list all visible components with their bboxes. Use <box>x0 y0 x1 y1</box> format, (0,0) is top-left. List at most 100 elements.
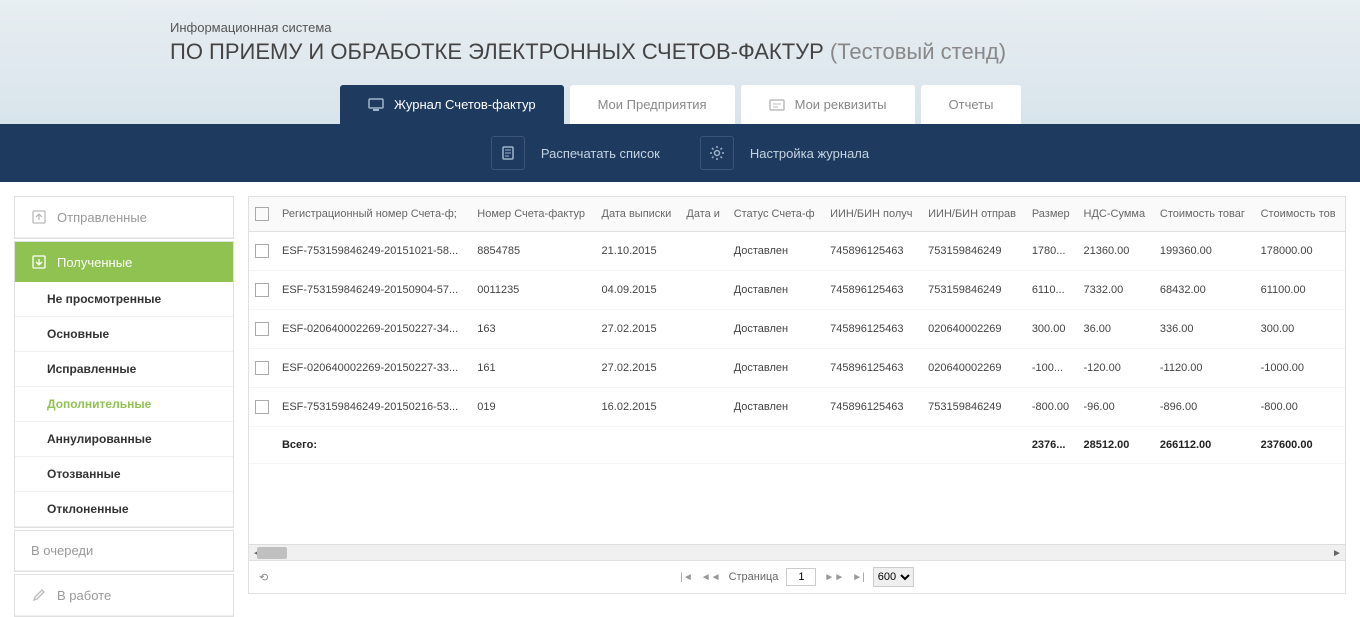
upload-icon <box>31 209 47 225</box>
row-checkbox[interactable] <box>255 400 269 414</box>
sidebar-sub-notviewed[interactable]: Не просмотренные <box>15 282 233 317</box>
cell-dt <box>680 388 727 427</box>
col-cost2[interactable]: Стоимость тов <box>1255 197 1345 232</box>
tab-label: Мои Предприятия <box>598 97 707 112</box>
sidebar-sub-withdrawn[interactable]: Отозванные <box>15 457 233 492</box>
cell-iin-r: 745896125463 <box>824 388 922 427</box>
invoice-table: Регистрационный номер Счета-ф; Номер Сче… <box>249 197 1345 464</box>
sidebar-item-sent[interactable]: Отправленные <box>15 197 233 238</box>
col-iin-r[interactable]: ИИН/БИН получ <box>824 197 922 232</box>
col-dt[interactable]: Дата и <box>680 197 727 232</box>
cell-status: Доставлен <box>728 349 824 388</box>
sidebar-sub-rejected[interactable]: Отклоненные <box>15 492 233 527</box>
cell-date: 27.02.2015 <box>596 349 681 388</box>
cell-iin-s: 020640002269 <box>922 310 1026 349</box>
tab-reports[interactable]: Отчеты <box>921 85 1022 124</box>
total-cost2: 237600.00 <box>1255 427 1345 464</box>
col-nds[interactable]: НДС-Сумма <box>1078 197 1154 232</box>
sidebar-sub-additional[interactable]: Дополнительные <box>15 387 233 422</box>
cell-iin-r: 745896125463 <box>824 310 922 349</box>
col-reg[interactable]: Регистрационный номер Счета-ф; <box>276 197 471 232</box>
table-row[interactable]: ESF-020640002269-20150227-33... 161 27.0… <box>249 349 1345 388</box>
row-checkbox[interactable] <box>255 283 269 297</box>
print-list-button[interactable]: Распечатать список <box>491 136 660 170</box>
scroll-right-arrow[interactable]: ► <box>1329 545 1345 561</box>
row-checkbox[interactable] <box>255 322 269 336</box>
tab-companies[interactable]: Мои Предприятия <box>570 85 735 124</box>
settings-label: Настройка журнала <box>750 146 869 161</box>
journal-settings-button[interactable]: Настройка журнала <box>700 136 869 170</box>
cell-num: 0011235 <box>471 271 595 310</box>
table-row[interactable]: ESF-753159846249-20150216-53... 019 16.0… <box>249 388 1345 427</box>
page-label: Страница <box>729 571 779 583</box>
table-wrapper[interactable]: Регистрационный номер Счета-ф; Номер Сче… <box>249 197 1345 544</box>
pager-prev[interactable]: ◄◄ <box>701 572 721 583</box>
print-label: Распечатать список <box>541 146 660 161</box>
content-panel: Регистрационный номер Счета-ф; Номер Сче… <box>248 196 1346 594</box>
sidebar-sub-main[interactable]: Основные <box>15 317 233 352</box>
cell-iin-r: 745896125463 <box>824 232 922 271</box>
title-suffix: (Тестовый стенд) <box>830 39 1006 64</box>
page-size-select[interactable]: 600 <box>873 567 914 587</box>
col-status[interactable]: Статус Счета-ф <box>728 197 824 232</box>
tab-journal[interactable]: Журнал Счетов-фактур <box>340 85 564 124</box>
scroll-thumb[interactable] <box>257 547 287 559</box>
cell-nds: -96.00 <box>1078 388 1154 427</box>
cell-date: 16.02.2015 <box>596 388 681 427</box>
cell-cost1: 199360.00 <box>1154 232 1255 271</box>
monitor-icon <box>368 98 384 112</box>
pencil-icon <box>31 587 47 603</box>
cell-num: 019 <box>471 388 595 427</box>
cell-dt <box>680 271 727 310</box>
row-checkbox[interactable] <box>255 244 269 258</box>
refresh-icon[interactable]: ⟲ <box>259 571 268 584</box>
cell-reg: ESF-753159846249-20150216-53... <box>276 388 471 427</box>
cell-cost2: -1000.00 <box>1255 349 1345 388</box>
pager-next[interactable]: ►► <box>824 572 844 583</box>
sidebar-item-queue[interactable]: В очереди <box>15 531 233 571</box>
cell-cost2: -800.00 <box>1255 388 1345 427</box>
cell-cost1: 336.00 <box>1154 310 1255 349</box>
cell-cost1: -1120.00 <box>1154 349 1255 388</box>
sidebar-item-work[interactable]: В работе <box>15 575 233 616</box>
cell-num: 161 <box>471 349 595 388</box>
cell-nds: 36.00 <box>1078 310 1154 349</box>
table-header-row: Регистрационный номер Счета-ф; Номер Сче… <box>249 197 1345 232</box>
gear-icon <box>700 136 734 170</box>
cell-dt <box>680 232 727 271</box>
col-size[interactable]: Размер <box>1026 197 1078 232</box>
pager-first[interactable]: |◄ <box>680 572 693 583</box>
page-input[interactable] <box>786 568 816 586</box>
cell-reg: ESF-753159846249-20151021-58... <box>276 232 471 271</box>
table-row[interactable]: ESF-020640002269-20150227-34... 163 27.0… <box>249 310 1345 349</box>
tab-label: Журнал Счетов-фактур <box>394 97 536 112</box>
toolbar: Распечатать список Настройка журнала <box>0 124 1360 182</box>
table-row[interactable]: ESF-753159846249-20151021-58... 8854785 … <box>249 232 1345 271</box>
col-cost1[interactable]: Стоимость товаг <box>1154 197 1255 232</box>
sent-label: Отправленные <box>57 210 147 225</box>
sidebar-item-received[interactable]: Полученные <box>15 242 233 282</box>
row-checkbox[interactable] <box>255 361 269 375</box>
main-content: Отправленные Полученные Не просмотренные… <box>0 182 1360 608</box>
cell-reg: ESF-753159846249-20150904-57... <box>276 271 471 310</box>
col-num[interactable]: Номер Счета-фактур <box>471 197 595 232</box>
pager-last[interactable]: ►| <box>852 572 865 583</box>
select-all-checkbox[interactable] <box>255 207 269 221</box>
cell-cost2: 61100.00 <box>1255 271 1345 310</box>
main-tabs: Журнал Счетов-фактур Мои Предприятия Мои… <box>0 85 1360 124</box>
sidebar-sub-cancelled[interactable]: Аннулированные <box>15 422 233 457</box>
col-date[interactable]: Дата выписки <box>596 197 681 232</box>
cell-nds: 21360.00 <box>1078 232 1154 271</box>
pager: ⟲ |◄ ◄◄ Страница ►► ►| 600 <box>249 560 1345 593</box>
horizontal-scrollbar[interactable]: ◄ ► <box>249 544 1345 560</box>
cell-reg: ESF-020640002269-20150227-33... <box>276 349 471 388</box>
cell-nds: -120.00 <box>1078 349 1154 388</box>
cell-reg: ESF-020640002269-20150227-34... <box>276 310 471 349</box>
sidebar-sub-corrected[interactable]: Исправленные <box>15 352 233 387</box>
header-checkbox-cell <box>249 197 276 232</box>
tab-requisites[interactable]: Мои реквизиты <box>741 85 915 124</box>
total-size: 2376... <box>1026 427 1078 464</box>
table-row[interactable]: ESF-753159846249-20150904-57... 0011235 … <box>249 271 1345 310</box>
col-iin-s[interactable]: ИИН/БИН отправ <box>922 197 1026 232</box>
cell-iin-s: 753159846249 <box>922 388 1026 427</box>
